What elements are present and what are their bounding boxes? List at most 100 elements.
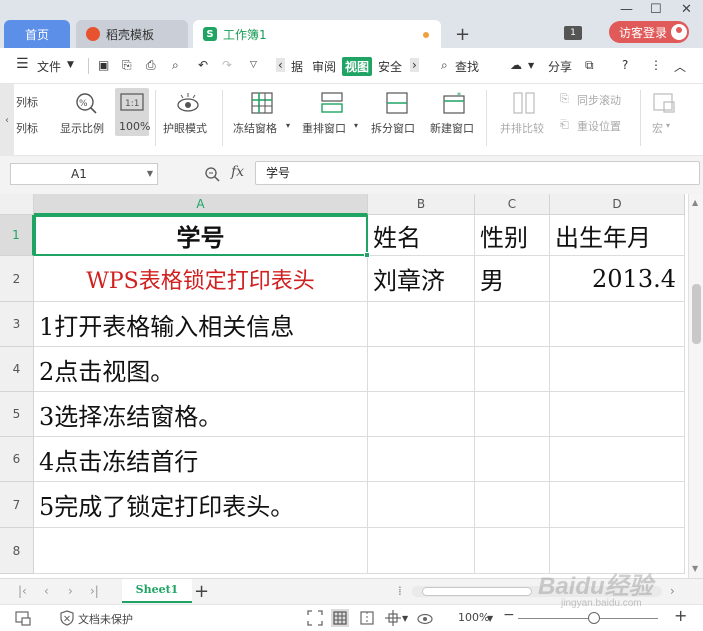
row-header-4[interactable]: 4 <box>0 347 34 392</box>
export-icon[interactable]: ⎘ <box>122 58 132 73</box>
scroll-left-icon[interactable]: ‹ <box>276 58 285 72</box>
new-window-label[interactable]: 新建窗口 <box>430 120 474 136</box>
help-icon[interactable]: ? <box>622 58 628 72</box>
scroll-right-icon[interactable]: › <box>410 58 419 72</box>
freeze-panes-dropdown-icon[interactable]: ▾ <box>286 121 290 130</box>
page-layout-status-icon[interactable] <box>14 609 32 627</box>
zoom-in-icon[interactable]: + <box>674 606 687 625</box>
rearrange-dropdown-icon[interactable]: ▾ <box>354 121 358 130</box>
cell-a3[interactable]: 1打开表格输入相关信息 <box>34 302 368 347</box>
quick-access-dropdown-icon[interactable]: ▽ <box>250 60 257 70</box>
search-icon[interactable]: ⌕ <box>441 58 448 73</box>
tab-daoke-templates[interactable]: 稻壳模板 <box>76 20 188 48</box>
new-tab-plus-icon[interactable]: + <box>455 24 470 45</box>
hamburger-menu-icon[interactable]: ☰ <box>16 56 29 72</box>
cell-d7[interactable] <box>550 482 685 528</box>
collapse-ribbon-icon[interactable]: ︿ <box>674 58 686 75</box>
print-preview-icon[interactable]: ⌕ <box>172 58 179 73</box>
rearrange-windows-label[interactable]: 重排窗口 <box>302 120 346 136</box>
zoom-dropdown-icon[interactable]: ▼ <box>487 614 493 623</box>
cell-d5[interactable] <box>550 392 685 437</box>
cell-a7[interactable]: 5完成了锁定打印表头。 <box>34 482 368 528</box>
cell-d6[interactable] <box>550 437 685 482</box>
fill-handle[interactable] <box>364 252 370 258</box>
undo-icon[interactable]: ↶ <box>198 58 208 72</box>
search-button[interactable]: 查找 <box>455 58 479 75</box>
share-button[interactable]: 分享 <box>548 58 572 75</box>
rearrange-windows-icon[interactable] <box>320 92 344 114</box>
ribbon-column-label-2[interactable]: 列标 <box>16 120 38 136</box>
save-icon[interactable]: ▣ <box>98 58 109 72</box>
zoom-out-icon[interactable]: − <box>503 607 515 623</box>
menu-tab-data[interactable]: 据 <box>291 58 303 75</box>
ribbon-scroll-left-icon[interactable]: ‹ <box>0 84 14 156</box>
chevron-down-icon[interactable]: ▼ <box>67 60 74 70</box>
menu-file[interactable]: 文件 <box>37 58 61 75</box>
formula-zoom-icon[interactable] <box>204 166 220 182</box>
cell-a2[interactable]: WPS表格锁定打印表头 <box>34 256 368 302</box>
vertical-scroll-thumb[interactable] <box>692 284 701 344</box>
cloud-dropdown-icon[interactable]: ▼ <box>528 61 534 70</box>
hscroll-split-icon[interactable]: ⁞ <box>398 584 402 598</box>
window-count-badge[interactable]: 1 <box>564 26 582 40</box>
close-icon[interactable]: ✕ <box>681 2 692 17</box>
cell-d3[interactable] <box>550 302 685 347</box>
tab-home[interactable]: 首页 <box>4 20 70 48</box>
row-header-2[interactable]: 2 <box>0 256 34 302</box>
cell-b1[interactable]: 姓名 <box>368 215 475 256</box>
reading-layout-dropdown-icon[interactable]: ▼ <box>402 614 408 623</box>
sync-scroll-label[interactable]: 同步滚动 <box>577 92 621 108</box>
add-sheet-icon[interactable]: + <box>194 581 209 602</box>
cell-c6[interactable] <box>475 437 550 482</box>
split-window-icon[interactable] <box>385 92 409 114</box>
normal-view-icon[interactable] <box>331 609 349 627</box>
menu-tab-view[interactable]: 视图 <box>342 57 373 76</box>
cell-c4[interactable] <box>475 347 550 392</box>
column-header-a[interactable]: A <box>34 194 368 215</box>
cell-b6[interactable] <box>368 437 475 482</box>
scroll-right-sheet-icon[interactable]: › <box>670 584 675 598</box>
horizontal-scroll-thumb[interactable] <box>422 587 532 596</box>
column-header-b[interactable]: B <box>368 194 475 215</box>
split-window-label[interactable]: 拆分窗口 <box>371 120 415 136</box>
column-header-d[interactable]: D <box>550 194 685 215</box>
zoom-ratio-icon[interactable]: % <box>74 92 98 114</box>
cell-b7[interactable] <box>368 482 475 528</box>
cell-a6[interactable]: 4点击冻结首行 <box>34 437 368 482</box>
name-box-dropdown-icon[interactable]: ▼ <box>147 164 153 184</box>
side-by-side-label[interactable]: 并排比较 <box>500 120 544 136</box>
sheet-tab-sheet1[interactable]: Sheet1 <box>122 579 192 603</box>
scroll-down-icon[interactable]: ▼ <box>692 564 698 573</box>
cell-b5[interactable] <box>368 392 475 437</box>
cell-a4[interactable]: 2点击视图。 <box>34 347 368 392</box>
reading-layout-icon[interactable] <box>384 609 402 627</box>
row-header-7[interactable]: 7 <box>0 482 34 528</box>
maximize-icon[interactable]: ☐ <box>650 2 662 17</box>
cell-c8[interactable] <box>475 528 550 574</box>
row-header-8[interactable]: 8 <box>0 528 34 574</box>
prev-sheet-icon[interactable]: ‹ <box>44 584 49 598</box>
cell-a5[interactable]: 3选择冻结窗格。 <box>34 392 368 437</box>
next-sheet-icon[interactable]: › <box>68 584 73 598</box>
select-all-corner[interactable] <box>0 194 34 215</box>
macro-icon[interactable] <box>652 92 676 114</box>
fx-function-icon[interactable]: fx <box>231 164 244 180</box>
print-icon[interactable]: ⎙ <box>146 58 156 73</box>
cell-b3[interactable] <box>368 302 475 347</box>
minimize-icon[interactable]: — <box>620 2 633 17</box>
reset-position-label[interactable]: 重设位置 <box>577 118 621 134</box>
tab-workbook[interactable]: S 工作簿1 <box>193 20 441 48</box>
zoom-slider-knob[interactable] <box>588 612 600 624</box>
cell-a1[interactable]: 学号 <box>34 215 368 256</box>
zoom-level[interactable]: 100% <box>458 611 489 624</box>
zoom-ratio-label[interactable]: 显示比例 <box>60 120 104 136</box>
redo-icon[interactable]: ↷ <box>222 58 232 72</box>
visitor-login-button[interactable]: 访客登录 <box>609 21 689 43</box>
vertical-scrollbar[interactable]: ▲ ▼ <box>688 194 703 578</box>
cell-d1[interactable]: 出生年月 <box>550 215 685 256</box>
macro-dropdown-icon[interactable]: ▾ <box>666 121 670 130</box>
cell-c3[interactable] <box>475 302 550 347</box>
row-header-5[interactable]: 5 <box>0 392 34 437</box>
formula-input[interactable]: 学号 <box>255 161 700 185</box>
freeze-panes-label[interactable]: 冻结窗格 <box>233 120 277 136</box>
